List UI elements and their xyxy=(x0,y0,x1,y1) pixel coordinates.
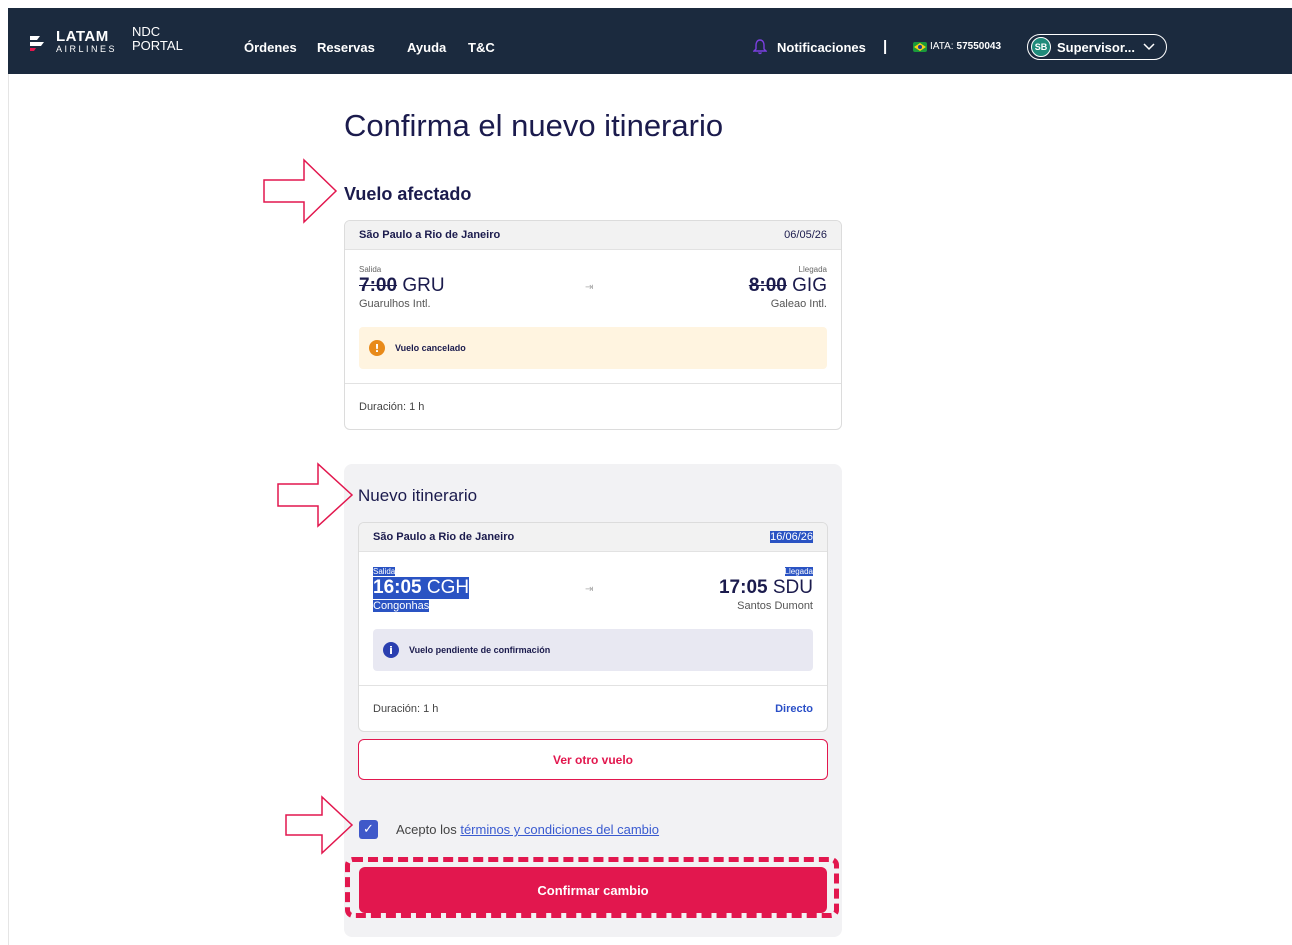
brand-name: LATAM AIRLINES xyxy=(56,28,118,54)
portal-line2: PORTAL xyxy=(132,38,183,53)
new-arrival-time: 17:05 SDU xyxy=(719,577,813,599)
other-flight-button[interactable]: Ver otro vuelo xyxy=(358,739,828,780)
new-arrival-label: Llegada xyxy=(784,567,813,576)
new-arrival-code: SDU xyxy=(772,577,813,598)
header-separator: | xyxy=(883,38,888,55)
departure-airport: Guarulhos Intl. xyxy=(359,298,431,310)
warning-icon: ! xyxy=(369,340,385,356)
new-flight-card[interactable]: São Paulo a Rio de Janeiro 16/06/26 Sali… xyxy=(358,522,828,732)
terms-link[interactable]: términos y condiciones del cambio xyxy=(460,822,659,837)
affected-date: 06/05/26 xyxy=(784,229,827,241)
new-arrival-airport: Santos Dumont xyxy=(737,600,813,612)
new-date: 16/06/26 xyxy=(770,531,813,543)
iata-value: 57550043 xyxy=(956,41,1002,52)
new-arrival-time-value: 17:05 xyxy=(718,577,768,598)
direct-label: Directo xyxy=(775,702,813,715)
affected-segment: Salida 7:00 GRU Guarulhos Intl. ⇥ Llegad… xyxy=(345,250,841,320)
terms-text: Acepto los términos y condiciones del ca… xyxy=(396,822,659,837)
nav-reservas[interactable]: Reservas xyxy=(317,40,375,55)
annotation-arrow-terms xyxy=(285,795,354,855)
iata-label: IATA: xyxy=(930,41,954,52)
user-menu-button[interactable]: SB Supervisor... xyxy=(1027,34,1167,60)
nav-ayuda[interactable]: Ayuda xyxy=(407,40,446,55)
departure-label: Salida xyxy=(359,265,382,274)
affected-flight-card: São Paulo a Rio de Janeiro 06/05/26 Sali… xyxy=(344,220,842,430)
new-departure-time-value: 16:05 xyxy=(373,577,422,598)
affected-card-footer: Duración: 1 h xyxy=(345,383,841,429)
new-duration: Duración: 1 h xyxy=(373,702,439,715)
terms-checkbox[interactable]: ✓ xyxy=(359,820,378,839)
new-departure-code: CGH xyxy=(426,577,470,598)
new-departure-time: 16:05 CGH xyxy=(373,577,470,599)
new-card-header: São Paulo a Rio de Janeiro 16/06/26 xyxy=(359,523,827,552)
affected-card-header: São Paulo a Rio de Janeiro 06/05/26 xyxy=(345,221,841,250)
annotation-arrow-affected xyxy=(263,158,338,224)
bell-icon xyxy=(753,39,767,55)
arrival-label: Llegada xyxy=(798,265,827,274)
new-departure-label: Salida xyxy=(373,567,396,576)
arrival-time: 8:00 GIG xyxy=(749,275,827,297)
new-itinerary-heading: Nuevo itinerario xyxy=(358,486,478,505)
info-icon: i xyxy=(383,642,399,658)
new-segment: Salida 16:05 CGH Congonhas ⇥ Llegada 17:… xyxy=(359,552,827,622)
new-departure-airport: Congonhas xyxy=(373,600,430,612)
pending-alert-text: Vuelo pendiente de confirmación xyxy=(409,645,551,655)
user-name: Supervisor... xyxy=(1057,39,1136,55)
plane-icon: ⇥ xyxy=(585,282,594,293)
plane-icon: ⇥ xyxy=(585,584,594,595)
latam-logo[interactable]: LATAM AIRLINES xyxy=(28,28,118,56)
nav-ordenes[interactable]: Órdenes xyxy=(244,40,297,55)
top-navigation-bar: LATAM AIRLINES NDC PORTAL Órdenes Reserv… xyxy=(8,8,1292,74)
cancelled-alert: ! Vuelo cancelado xyxy=(359,327,827,369)
departure-time-value: 7:00 xyxy=(359,275,398,296)
affected-route: São Paulo a Rio de Janeiro xyxy=(359,229,501,241)
portal-line1: NDC xyxy=(132,24,161,39)
arrival-time-value: 8:00 xyxy=(748,275,787,296)
cancelled-alert-text: Vuelo cancelado xyxy=(395,343,466,353)
chevron-down-icon xyxy=(1143,43,1155,51)
arrival-code: GIG xyxy=(792,275,827,296)
iata-info: IATA: 57550043 xyxy=(913,41,1001,52)
page-title: Confirma el nuevo itinerario xyxy=(344,108,724,143)
latam-logo-icon xyxy=(30,36,44,51)
arrival-airport: Galeao Intl. xyxy=(770,298,827,310)
departure-time: 7:00 GRU xyxy=(359,275,445,297)
brazil-flag-icon xyxy=(913,41,927,52)
brand-sub: AIRLINES xyxy=(56,44,118,54)
notifications-label: Notificaciones xyxy=(777,39,866,55)
affected-flight-heading: Vuelo afectado xyxy=(344,184,472,204)
affected-duration: Duración: 1 h xyxy=(359,400,425,413)
nav-tyc[interactable]: T&C xyxy=(468,40,495,55)
notifications-button[interactable]: Notificaciones xyxy=(753,39,866,55)
portal-name: NDC PORTAL xyxy=(132,25,183,53)
departure-code: GRU xyxy=(402,275,445,296)
pending-alert: i Vuelo pendiente de confirmación xyxy=(373,629,813,671)
new-card-footer: Duración: 1 h Directo xyxy=(359,685,827,731)
terms-prefix: Acepto los xyxy=(396,822,457,837)
new-route: São Paulo a Rio de Janeiro xyxy=(373,531,515,543)
annotation-arrow-new xyxy=(277,462,354,528)
confirm-change-button[interactable]: Confirmar cambio xyxy=(359,867,827,913)
avatar: SB xyxy=(1031,37,1051,57)
